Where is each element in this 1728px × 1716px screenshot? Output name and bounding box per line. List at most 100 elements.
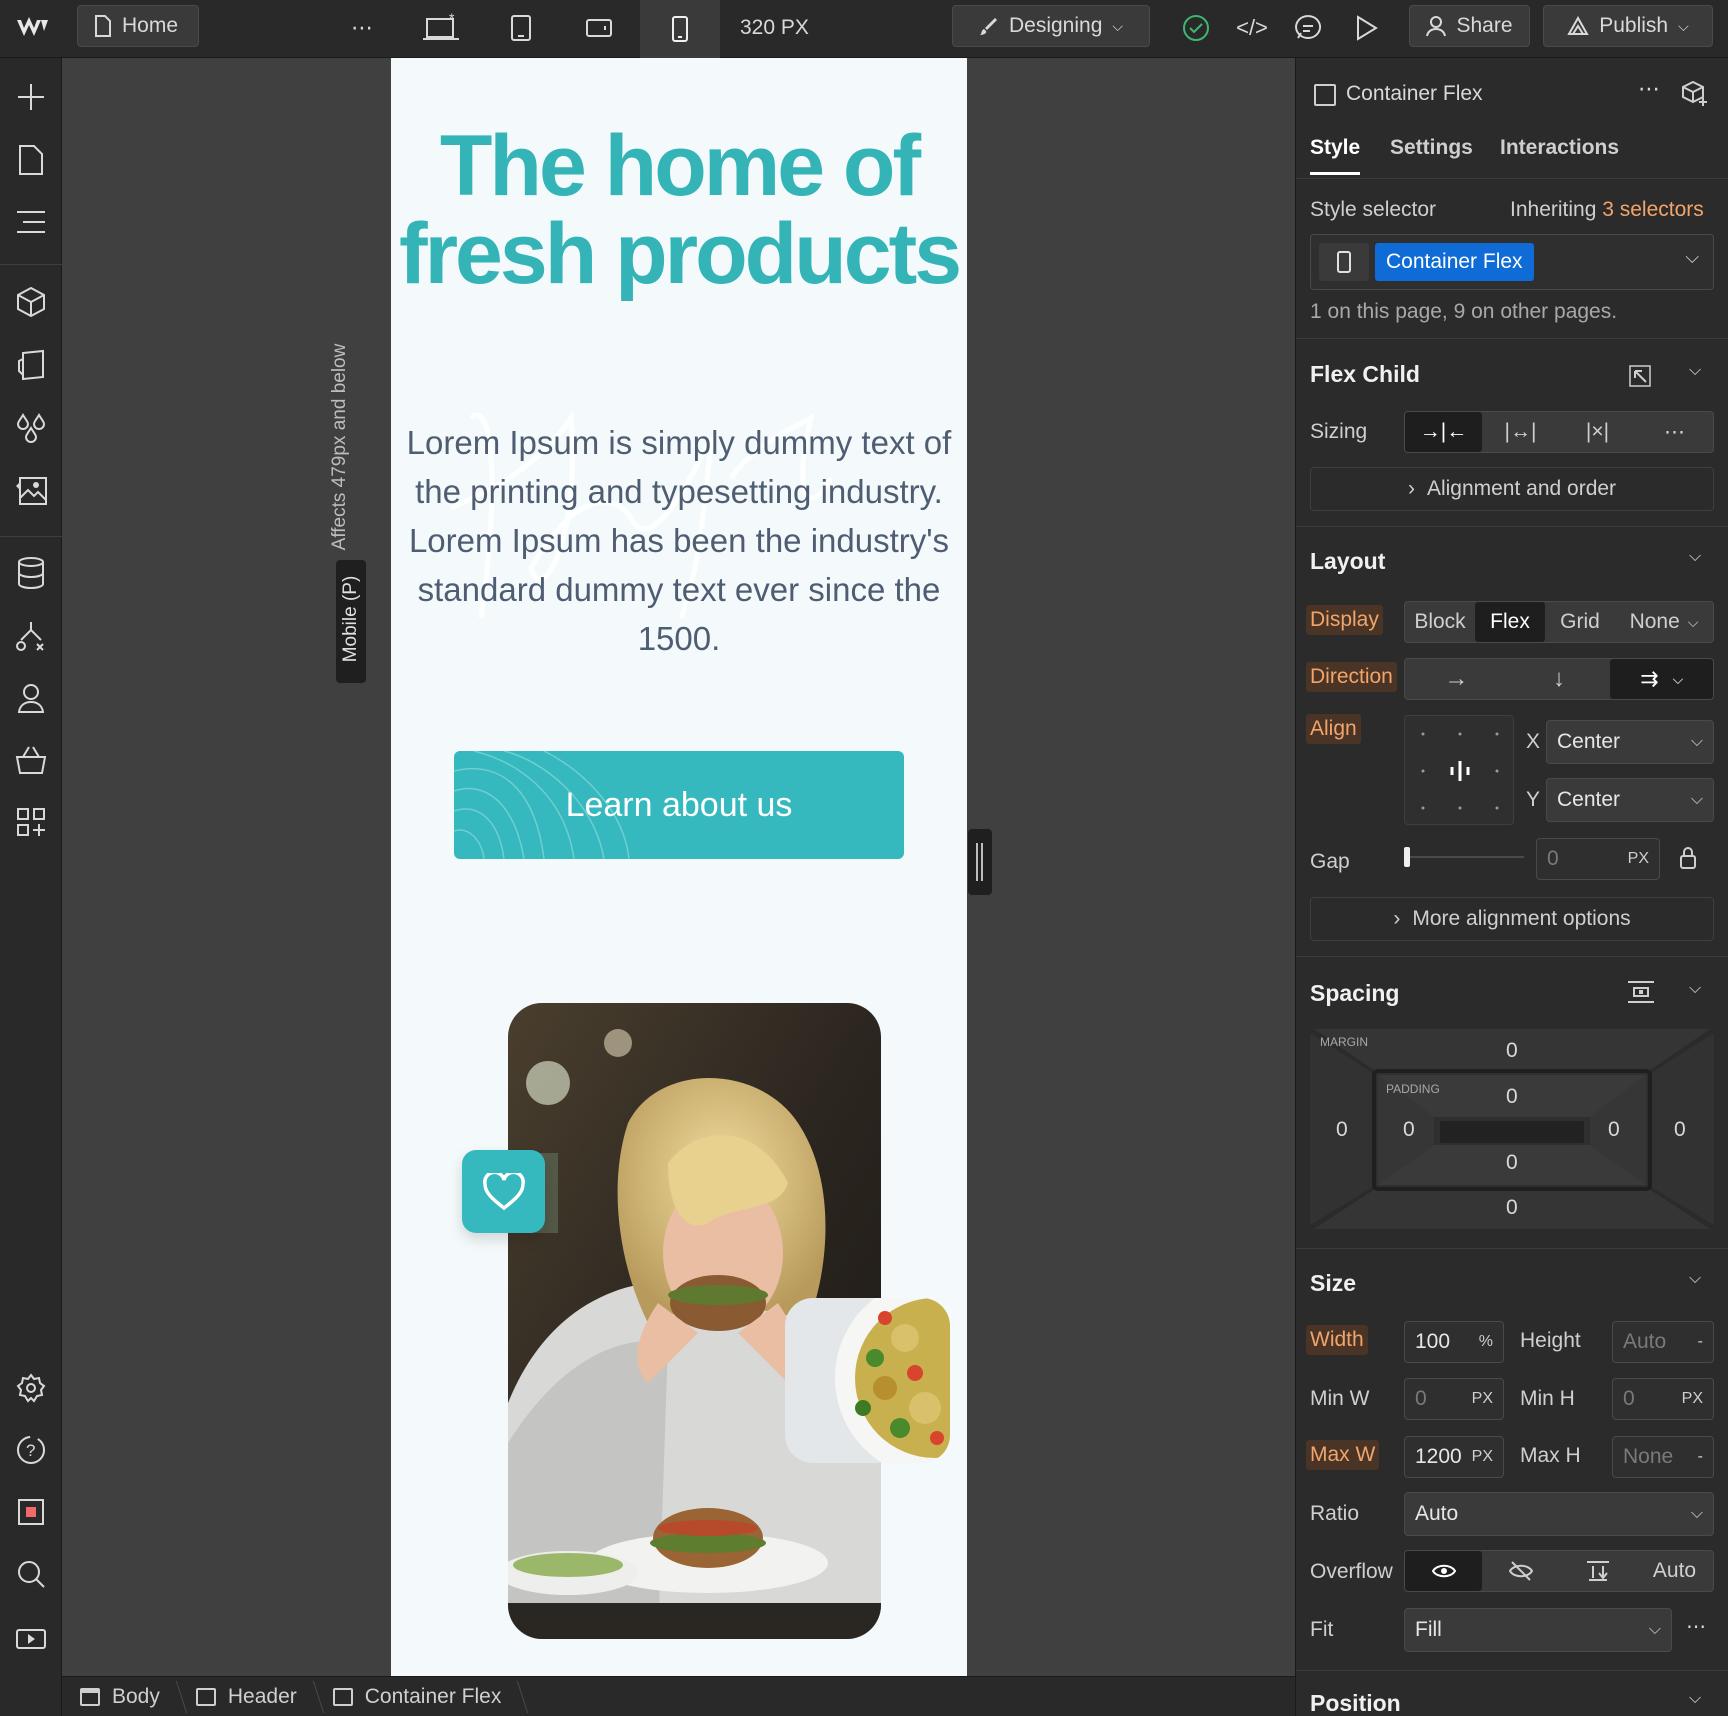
margin-left-value[interactable]: 0 — [1336, 1118, 1348, 1142]
mobile-portrait-breakpoint-icon[interactable] — [640, 0, 720, 58]
pages-icon[interactable] — [13, 142, 49, 178]
add-element-icon[interactable] — [13, 79, 49, 115]
margin-top-value[interactable]: 0 — [1506, 1039, 1518, 1063]
margin-bottom-value[interactable]: 0 — [1506, 1196, 1518, 1220]
overflow-auto[interactable]: Auto — [1636, 1551, 1713, 1591]
selector-field[interactable]: Container Flex ⌵ — [1310, 234, 1714, 290]
align-x-select[interactable]: Center ⌵ — [1546, 720, 1714, 764]
share-button[interactable]: Share — [1409, 5, 1530, 47]
webflow-logo-icon[interactable] — [10, 10, 56, 46]
more-icon[interactable]: ⋯ — [1638, 76, 1660, 102]
min-width-input[interactable]: 0 PX — [1404, 1378, 1504, 1420]
align-y-select[interactable]: Center ⌵ — [1546, 778, 1714, 822]
spacing-title[interactable]: Spacing — [1310, 980, 1399, 1007]
components-icon[interactable] — [13, 284, 49, 320]
size-title[interactable]: Size — [1310, 1270, 1356, 1297]
inheriting-count[interactable]: 3 selectors — [1602, 198, 1704, 221]
chevron-down-icon[interactable]: ⌵ — [1685, 247, 1699, 268]
margin-right-value[interactable]: 0 — [1674, 1118, 1686, 1142]
max-height-input[interactable]: None - — [1612, 1436, 1714, 1478]
record-icon[interactable] — [13, 1494, 49, 1530]
direction-horizontal-icon[interactable]: → — [1405, 659, 1508, 699]
comment-icon[interactable] — [1288, 8, 1328, 48]
chevron-down-icon[interactable]: ⌵ — [1689, 362, 1701, 380]
width-input[interactable]: 100% — [1404, 1321, 1504, 1363]
align-grid-control[interactable] — [1404, 715, 1514, 825]
more-icon[interactable]: ⋯ — [1686, 1614, 1706, 1639]
preview-play-icon[interactable] — [1346, 8, 1386, 48]
style-selectors-icon[interactable] — [13, 347, 49, 383]
overflow-visible-icon[interactable] — [1405, 1551, 1482, 1591]
heart-badge[interactable] — [462, 1150, 545, 1233]
padding-top-value[interactable]: 0 — [1506, 1085, 1518, 1109]
chevron-down-icon[interactable]: ⌵ — [1689, 548, 1701, 566]
height-input[interactable]: Auto - — [1612, 1321, 1714, 1363]
learn-about-us-button[interactable]: Learn about us — [454, 751, 904, 859]
padding-left-value[interactable]: 0 — [1403, 1118, 1415, 1142]
max-width-input[interactable]: 1200 PX — [1404, 1436, 1504, 1478]
min-height-input[interactable]: 0 PX — [1612, 1378, 1714, 1420]
chevron-down-icon[interactable]: ⌵ — [1689, 980, 1701, 998]
breadcrumb-container-flex[interactable]: Container Flex — [315, 1677, 520, 1716]
selector-chip[interactable]: Container Flex — [1375, 243, 1534, 281]
more-icon[interactable]: ⋯ — [344, 10, 380, 46]
tab-style[interactable]: Style — [1310, 136, 1361, 175]
video-tutorials-icon[interactable] — [13, 1618, 49, 1654]
padding-right-value[interactable]: 0 — [1608, 1118, 1620, 1142]
flex-child-indicator-icon[interactable] — [1628, 364, 1652, 388]
apps-icon[interactable] — [13, 804, 49, 840]
settings-icon[interactable] — [13, 1370, 49, 1406]
position-title[interactable]: Position — [1310, 1690, 1401, 1716]
tab-interactions[interactable]: Interactions — [1500, 136, 1619, 160]
check-circle-icon[interactable] — [1176, 8, 1216, 48]
direction-vertical-icon[interactable]: ↓ — [1508, 659, 1611, 699]
none-sizing-icon[interactable]: |×| — [1559, 412, 1636, 452]
page-selector[interactable]: Home — [77, 5, 199, 47]
salad-photo[interactable] — [785, 1298, 950, 1463]
gap-input[interactable]: 0 PX — [1536, 838, 1660, 880]
publish-button[interactable]: Publish ⌵ — [1543, 5, 1713, 47]
users-icon[interactable] — [13, 680, 49, 716]
display-block[interactable]: Block — [1405, 602, 1475, 642]
desktop-breakpoint-icon[interactable]: * — [418, 8, 464, 48]
hero-title[interactable]: The home of fresh products — [391, 122, 967, 298]
cms-icon[interactable] — [13, 555, 49, 591]
lock-icon[interactable] — [1678, 846, 1698, 870]
page-frame[interactable]: The home of fresh products Lorem Ipsum i… — [391, 58, 967, 1676]
overflow-scroll-icon[interactable] — [1559, 1551, 1636, 1591]
hero-body[interactable]: Lorem Ipsum is simply dummy text of the … — [405, 418, 953, 663]
variables-icon[interactable] — [13, 410, 49, 446]
help-icon[interactable]: ? — [13, 1432, 49, 1468]
padding-bottom-value[interactable]: 0 — [1506, 1151, 1518, 1175]
chevron-down-icon[interactable]: ⌵ — [1689, 1270, 1701, 1288]
spacing-preset-icon[interactable] — [1626, 980, 1656, 1004]
alignment-order-button[interactable]: › Alignment and order — [1310, 467, 1714, 511]
designer-mode-dropdown[interactable]: Designing ⌵ — [952, 5, 1150, 47]
mobile-landscape-breakpoint-icon[interactable] — [578, 8, 620, 48]
assets-icon[interactable] — [13, 472, 49, 508]
breadcrumb-body[interactable]: Body — [62, 1677, 178, 1716]
navigator-icon[interactable] — [13, 204, 49, 240]
breadcrumb-header[interactable]: Header — [178, 1677, 315, 1716]
direction-wrap-icon[interactable]: ⇉ ⌵ — [1610, 659, 1714, 699]
tab-settings[interactable]: Settings — [1390, 136, 1473, 160]
ratio-select[interactable]: Auto ⌵ — [1404, 1492, 1714, 1536]
search-icon[interactable] — [13, 1556, 49, 1592]
code-icon[interactable]: </> — [1232, 8, 1272, 48]
shrink-icon[interactable]: →|← — [1405, 412, 1482, 452]
frame-resize-handle[interactable] — [968, 829, 992, 895]
logic-icon[interactable] — [13, 618, 49, 654]
fit-select[interactable]: Fill ⌵ — [1404, 1608, 1672, 1652]
layout-title[interactable]: Layout — [1310, 548, 1385, 575]
overflow-hidden-icon[interactable] — [1482, 1551, 1559, 1591]
display-grid[interactable]: Grid — [1545, 602, 1615, 642]
more-alignment-options-button[interactable]: › More alignment options — [1310, 897, 1714, 941]
more-icon[interactable]: ⋯ — [1636, 412, 1713, 452]
display-flex[interactable]: Flex — [1475, 602, 1545, 642]
display-none[interactable]: None ⌵ — [1615, 602, 1713, 642]
add-component-icon[interactable] — [1681, 80, 1709, 108]
grow-icon[interactable]: |↔| — [1482, 412, 1559, 452]
ecommerce-icon[interactable] — [13, 742, 49, 778]
inheriting-info[interactable]: Inheriting 3 selectors — [1510, 198, 1704, 222]
chevron-down-icon[interactable]: ⌵ — [1689, 1690, 1701, 1708]
